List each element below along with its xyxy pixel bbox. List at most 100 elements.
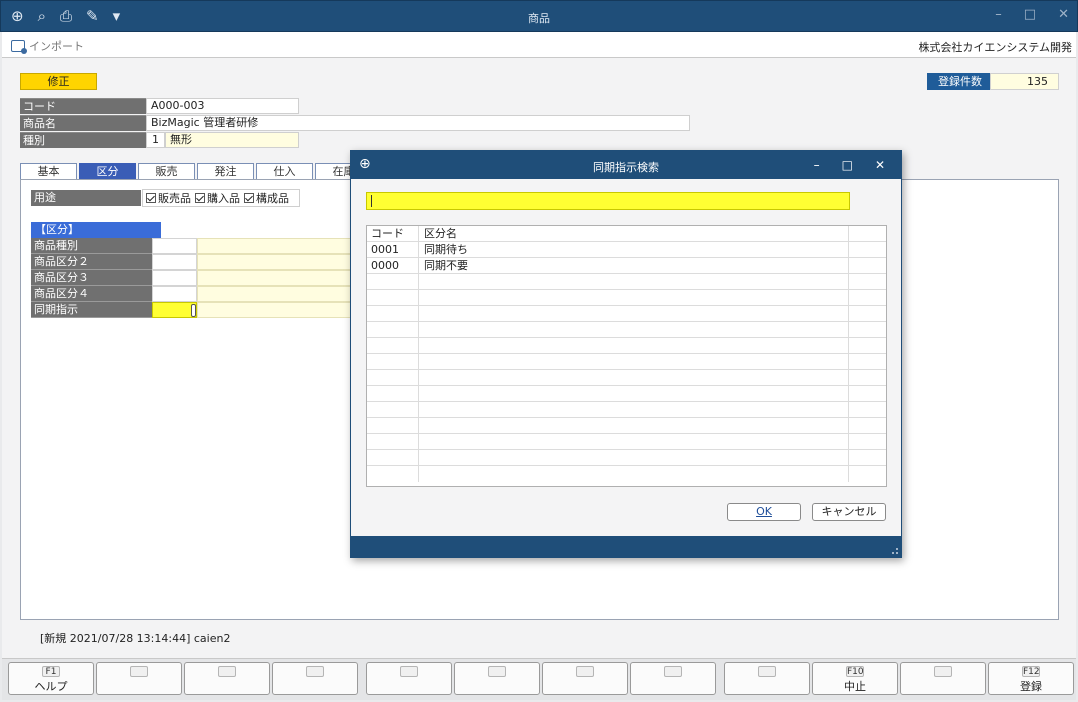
- blank-key-icon: [218, 666, 236, 677]
- fkey-7-button[interactable]: [542, 662, 628, 695]
- resize-grip-icon[interactable]: [892, 548, 898, 554]
- minimize-icon[interactable]: –: [814, 158, 820, 172]
- product-class2-label: 商品区分２: [31, 254, 152, 270]
- f12-register-button[interactable]: F12 登録: [988, 662, 1074, 695]
- result-grid: コード 区分名 0001 同期待ち 0000 同期不要: [366, 225, 887, 487]
- fkey-6-button[interactable]: [454, 662, 540, 695]
- product-name-field[interactable]: BizMagic 管理者研修: [146, 115, 690, 131]
- code-label: コード: [20, 98, 146, 114]
- table-row[interactable]: 0000 同期不要: [367, 258, 886, 274]
- checkbox-component-item[interactable]: 構成品: [244, 190, 289, 206]
- mode-badge[interactable]: 修正: [20, 73, 97, 90]
- empty-row: [367, 370, 886, 386]
- checkbox-icon: [244, 193, 254, 203]
- maximize-icon[interactable]: □: [1024, 7, 1036, 22]
- sync-instruction-search-dialog: ⊕ 同期指示検索 – □ ✕ コード 区分名 0001 同期待ち 0000 同期…: [350, 150, 902, 558]
- code-field[interactable]: A000-003: [146, 98, 299, 114]
- cancel-button[interactable]: キャンセル: [812, 503, 886, 521]
- usage-label: 用途: [31, 190, 141, 206]
- row-code: 0000: [367, 258, 419, 274]
- title-bar: ⊕ ⌕ ⎙ ✎ ▾ 商品 – □ ✕: [0, 0, 1078, 32]
- checkbox-icon: [146, 193, 156, 203]
- kind-label: 種別: [20, 132, 146, 148]
- dialog-title-bar: ⊕ 同期指示検索 – □ ✕: [351, 151, 901, 179]
- import-label: インポート: [29, 40, 84, 53]
- close-icon[interactable]: ✕: [875, 158, 885, 172]
- empty-row: [367, 306, 886, 322]
- kind-code-field[interactable]: 1: [146, 132, 165, 148]
- record-count-value: 135: [990, 73, 1059, 90]
- product-class2-code[interactable]: [152, 254, 197, 270]
- usage-options: 販売品 購入品 構成品: [142, 189, 300, 207]
- column-header-name[interactable]: 区分名: [419, 226, 849, 242]
- empty-row: [367, 402, 886, 418]
- window-title: 商品: [528, 12, 550, 25]
- tab-sales[interactable]: 販売: [138, 163, 195, 179]
- maximize-icon[interactable]: □: [842, 158, 853, 172]
- empty-row: [367, 450, 886, 466]
- empty-row: [367, 434, 886, 450]
- company-name: 株式会社カイエンシステム開発: [918, 41, 1072, 54]
- close-icon[interactable]: ✕: [1058, 7, 1069, 22]
- grid-header-row: コード 区分名: [367, 226, 886, 242]
- fkey-8-button[interactable]: [630, 662, 716, 695]
- record-count-label: 登録件数: [927, 73, 990, 90]
- f1-help-button[interactable]: F1 ヘルプ: [8, 662, 94, 695]
- empty-row: [367, 354, 886, 370]
- fkey-4-button[interactable]: [272, 662, 358, 695]
- column-header-code[interactable]: コード: [367, 226, 419, 242]
- dialog-search-input[interactable]: [366, 192, 850, 210]
- window-controls: – □ ✕: [995, 7, 1069, 22]
- empty-row: [367, 338, 886, 354]
- kind-name-field: 無形: [165, 132, 299, 148]
- import-button[interactable]: インポート: [11, 38, 84, 54]
- fkey-11-button[interactable]: [900, 662, 986, 695]
- function-key-bar: F1 ヘルプ F10 中止 F12 登録: [2, 658, 1076, 700]
- record-status: [新規 2021/07/28 13:14:44] caien2: [40, 632, 231, 645]
- fkey-9-button[interactable]: [724, 662, 810, 695]
- import-icon: [11, 40, 27, 54]
- product-type-code[interactable]: [152, 238, 197, 254]
- row-name: 同期待ち: [419, 242, 849, 258]
- product-class3-code[interactable]: [152, 270, 197, 286]
- blank-key-icon: [400, 666, 418, 677]
- fkey-3-button[interactable]: [184, 662, 270, 695]
- blank-key-icon: [306, 666, 324, 677]
- f10-cancel-button[interactable]: F10 中止: [812, 662, 898, 695]
- row-code: 0001: [367, 242, 419, 258]
- checkbox-sales-item[interactable]: 販売品: [146, 190, 191, 206]
- checkbox-purchase-item[interactable]: 購入品: [195, 190, 240, 206]
- checkbox-icon: [195, 193, 205, 203]
- blank-key-icon: [488, 666, 506, 677]
- menu-bar: インポート 株式会社カイエンシステム開発: [2, 32, 1076, 58]
- dialog-status-bar: [351, 536, 901, 557]
- blank-key-icon: [664, 666, 682, 677]
- blank-key-icon: [130, 666, 148, 677]
- empty-row: [367, 386, 886, 402]
- tab-basic[interactable]: 基本: [20, 163, 77, 179]
- tab-purchasing[interactable]: 仕入: [256, 163, 313, 179]
- dialog-window-controls: – □ ✕: [814, 158, 885, 172]
- blank-key-icon: [934, 666, 952, 677]
- lookup-handle[interactable]: [191, 304, 196, 317]
- fkey-2-button[interactable]: [96, 662, 182, 695]
- product-class4-code[interactable]: [152, 286, 197, 302]
- product-class4-label: 商品区分４: [31, 286, 152, 302]
- blank-key-icon: [576, 666, 594, 677]
- text-cursor: [371, 195, 372, 207]
- table-row[interactable]: 0001 同期待ち: [367, 242, 886, 258]
- empty-row: [367, 274, 886, 290]
- product-type-label: 商品種別: [31, 238, 152, 254]
- row-name: 同期不要: [419, 258, 849, 274]
- tab-ordering[interactable]: 発注: [197, 163, 254, 179]
- blank-key-icon: [758, 666, 776, 677]
- product-class3-label: 商品区分３: [31, 270, 152, 286]
- minimize-icon[interactable]: –: [995, 7, 1002, 22]
- sync-instruction-code[interactable]: [152, 302, 197, 318]
- empty-row: [367, 290, 886, 306]
- classification-heading: 【区分】: [31, 222, 161, 238]
- sync-instruction-label: 同期指示: [31, 302, 152, 318]
- empty-row: [367, 466, 886, 482]
- ok-button[interactable]: OK: [727, 503, 801, 521]
- fkey-5-button[interactable]: [366, 662, 452, 695]
